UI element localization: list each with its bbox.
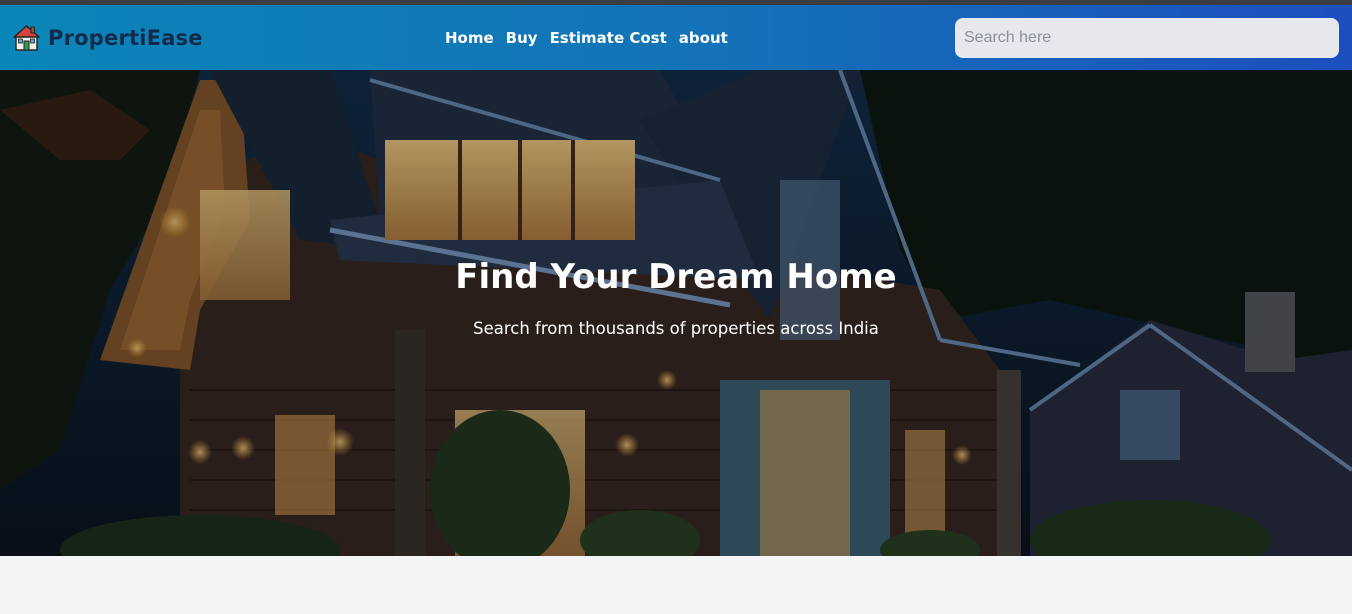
hero-banner: Find Your Dream Home Search from thousan… bbox=[0, 70, 1352, 556]
house-icon bbox=[13, 25, 40, 51]
main-nav: Home Buy Estimate Cost about bbox=[445, 5, 728, 70]
brand-logo[interactable]: PropertiEase bbox=[13, 5, 203, 70]
nav-link-buy[interactable]: Buy bbox=[506, 29, 538, 47]
nav-link-about[interactable]: about bbox=[679, 29, 728, 47]
brand-name: PropertiEase bbox=[48, 25, 203, 50]
hero-subtitle: Search from thousands of properties acro… bbox=[473, 319, 879, 338]
hero-title: Find Your Dream Home bbox=[455, 257, 897, 297]
nav-link-estimate-cost[interactable]: Estimate Cost bbox=[550, 29, 667, 47]
navbar: PropertiEase Home Buy Estimate Cost abou… bbox=[0, 5, 1352, 70]
hero-overlay bbox=[0, 70, 1352, 556]
search-input[interactable] bbox=[955, 18, 1339, 58]
nav-link-home[interactable]: Home bbox=[445, 29, 494, 47]
